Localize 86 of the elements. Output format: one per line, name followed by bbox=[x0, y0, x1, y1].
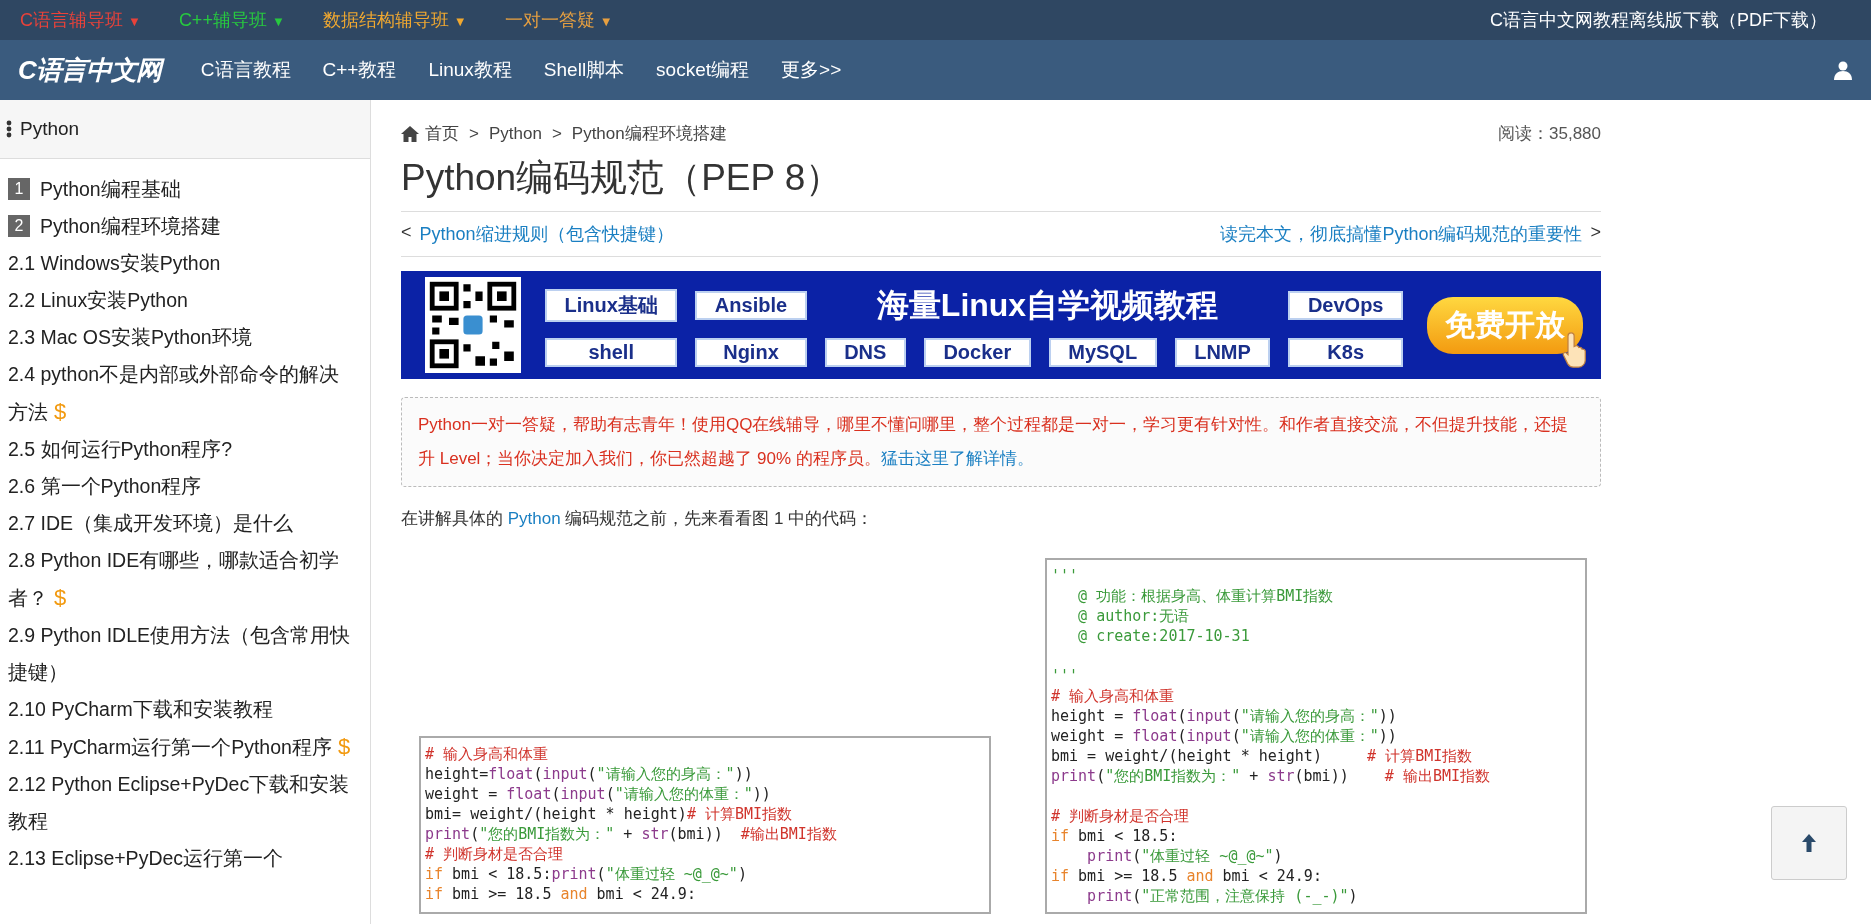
prev-article-link[interactable]: Python缩进规则（包含快捷键） bbox=[419, 222, 674, 246]
paid-mark: $ bbox=[337, 734, 351, 759]
banner-tag: MySQL bbox=[1048, 337, 1157, 367]
banner-tag: Nginx bbox=[695, 337, 807, 367]
home-icon bbox=[401, 125, 419, 142]
banner-tag: LNMP bbox=[1174, 337, 1271, 367]
banner-headline: 海量Linux自学视频教程 bbox=[875, 285, 1220, 325]
prev-arrow: < bbox=[401, 222, 412, 244]
paid-mark: $ bbox=[54, 585, 67, 610]
nav-link[interactable]: C++教程 bbox=[322, 57, 397, 83]
banner-tag: DevOps bbox=[1288, 291, 1403, 320]
code-line: bmi = weight/(height * height) # 计算BMI指数 bbox=[1051, 746, 1474, 766]
sidebar-link[interactable]: 2.10 PyCharm下载和安装教程 bbox=[8, 691, 273, 728]
sidebar-link[interactable]: 2.8 Python IDE有哪些，哪款适合初学者？ $ bbox=[8, 542, 353, 617]
code-line: print("您的BMI指数为：" + str(bmi)) #输出BMI指数 bbox=[425, 824, 838, 844]
sidebar-link[interactable]: 2.2 Linux安装Python bbox=[8, 282, 188, 319]
code-line: @ author:无语 bbox=[1077, 606, 1191, 626]
article-title: Python编码规范（PEP 8） bbox=[401, 153, 1601, 212]
vertical-dots-icon bbox=[6, 120, 12, 138]
nav-link[interactable]: Shell脚本 bbox=[543, 57, 625, 83]
sidebar-link[interactable]: 2.9 Python IDLE使用方法（包含常用快捷键） bbox=[8, 617, 353, 691]
sidebar-link[interactable]: 2.11 PyCharm运行第一个Python程序 $ bbox=[8, 728, 351, 766]
ad-banner[interactable]: Linux基础 Ansible 海量Linux自学视频教程 DevOps shell Nginx DNS Docker MySQL LNMP K8s 免费开放 bbox=[401, 271, 1601, 379]
code-line: if bmi < 18.5: bbox=[1051, 826, 1179, 846]
chapter-number: 1 bbox=[8, 178, 30, 200]
code-line: @ create:2017-10-31 bbox=[1077, 626, 1251, 646]
next-article-link[interactable]: 读完本文，彻底搞懂Python编码规范的重要性 bbox=[1220, 222, 1583, 246]
sidebar-link[interactable]: 2.7 IDE（集成开发环境）是什么 bbox=[8, 505, 294, 542]
sidebar-link[interactable]: 2.5 如何运行Python程序? bbox=[8, 431, 233, 468]
sidebar-link[interactable]: Python编程环境搭建 bbox=[40, 208, 221, 245]
code-line: # 输入身高和体重 bbox=[1051, 686, 1176, 706]
code-line: weight = float(input("请输入您的体重：")) bbox=[425, 784, 772, 804]
download-link[interactable]: C语言中文网教程离线版下载（PDF下载） bbox=[1490, 8, 1827, 32]
breadcrumb-link[interactable]: Python编程环境搭建 bbox=[571, 122, 727, 145]
sidebar-link[interactable]: 2.1 Windows安装Python bbox=[8, 245, 221, 282]
nav-link[interactable]: 更多>> bbox=[781, 57, 842, 83]
banner-tag: DNS bbox=[824, 337, 906, 367]
code-line: # 输入身高和体重 bbox=[425, 744, 550, 764]
code-line: height = float(input("请输入您的身高：")) bbox=[1051, 706, 1398, 726]
course-menu-link[interactable]: 数据结构辅导班 ▼ bbox=[322, 8, 467, 32]
code-line: @ 功能：根据身高、体重计算BMI指数 bbox=[1077, 586, 1335, 606]
intro-text: 在讲解具体的 Python 编码规范之前，先来看看图 1 中的代码： bbox=[401, 508, 875, 530]
code-line: if bmi >= 18.5 and bmi < 24.9: bbox=[1051, 866, 1323, 886]
sidebar-link[interactable]: 2.12 Python Eclipse+PyDec下载和安装教程 bbox=[8, 766, 353, 840]
code-line: weight = float(input("请输入您的体重：")) bbox=[1051, 726, 1398, 746]
sidebar-link[interactable]: 2.4 python不是内部或外部命令的解决方法 $ bbox=[8, 356, 353, 431]
banner-tag: Ansible bbox=[695, 291, 807, 320]
paid-mark: $ bbox=[54, 399, 67, 424]
code-line: if bmi < 18.5:print("体重过轻 ~@_@~") bbox=[425, 864, 748, 884]
course-menu-link[interactable]: C++辅导班 ▼ bbox=[178, 8, 285, 32]
code-line: print("您的BMI指数为：" + str(bmi)) # 输出BMI指数 bbox=[1051, 766, 1491, 786]
course-menu-link[interactable]: 一对一答疑 ▼ bbox=[504, 8, 613, 32]
sidebar-link[interactable]: 2.13 Eclipse+PyDec运行第一个 bbox=[8, 840, 284, 877]
next-arrow: > bbox=[1590, 222, 1601, 244]
sidebar-link[interactable]: Python编程基础 bbox=[40, 171, 181, 208]
qr-code-icon bbox=[425, 277, 521, 373]
nav-link[interactable]: Linux教程 bbox=[428, 57, 512, 83]
breadcrumb-link[interactable]: 首页 bbox=[425, 122, 459, 145]
details-link[interactable]: 猛击这里了解详情。 bbox=[880, 449, 1034, 468]
code-line: # 判断身材是否合理 bbox=[1051, 806, 1191, 826]
nav-link[interactable]: socket编程 bbox=[656, 57, 750, 83]
banner-tag: shell bbox=[545, 337, 678, 367]
banner-tag: Linux基础 bbox=[545, 289, 678, 322]
sidebar-link[interactable]: 2.6 第一个Python程序 bbox=[8, 468, 202, 505]
python-link[interactable]: Python bbox=[507, 509, 561, 528]
breadcrumb-separator: > bbox=[469, 123, 479, 144]
code-line: bmi= weight/(height * height)# 计算BMI指数 bbox=[425, 804, 794, 824]
sidebar-link[interactable]: 2.3 Mac OS安装Python环境 bbox=[8, 319, 252, 356]
code-line: ''' bbox=[1051, 666, 1080, 686]
code-line: ''' bbox=[1051, 566, 1080, 586]
code-line: print("正常范围，注意保持 (-_-)") bbox=[1086, 886, 1359, 906]
breadcrumb-link[interactable]: Python bbox=[488, 123, 542, 144]
code-line: print("体重过轻 ~@_@~") bbox=[1086, 846, 1284, 866]
code-line: if bmi >= 18.5 and bmi < 24.9: bbox=[425, 884, 697, 904]
notice-text: Python一对一答疑，帮助有志青年！使用QQ在线辅导，哪里不懂问哪里，整个过程都是一对一，学习更有针对性。和作者直接交流，不但提升技能，还提升 Level；当你决定加入我们，你已然超越了 90% 的程序员。猛击这里了解详情。 bbox=[418, 414, 1570, 470]
code-line: # 判断身材是否合理 bbox=[425, 844, 565, 864]
read-count: 阅读：35,880 bbox=[1498, 123, 1601, 145]
user-icon[interactable] bbox=[1833, 60, 1853, 80]
banner-tag: K8s bbox=[1288, 337, 1403, 367]
breadcrumb-separator: > bbox=[551, 123, 562, 144]
sidebar-title: Python bbox=[20, 118, 80, 140]
nav-link[interactable]: C语言教程 bbox=[200, 57, 291, 83]
chapter-number: 2 bbox=[8, 215, 30, 237]
code-line: height=float(input("请输入您的身高：")) bbox=[425, 764, 754, 784]
banner-tag: Docker bbox=[923, 337, 1031, 367]
up-arrow-icon bbox=[1802, 834, 1816, 852]
